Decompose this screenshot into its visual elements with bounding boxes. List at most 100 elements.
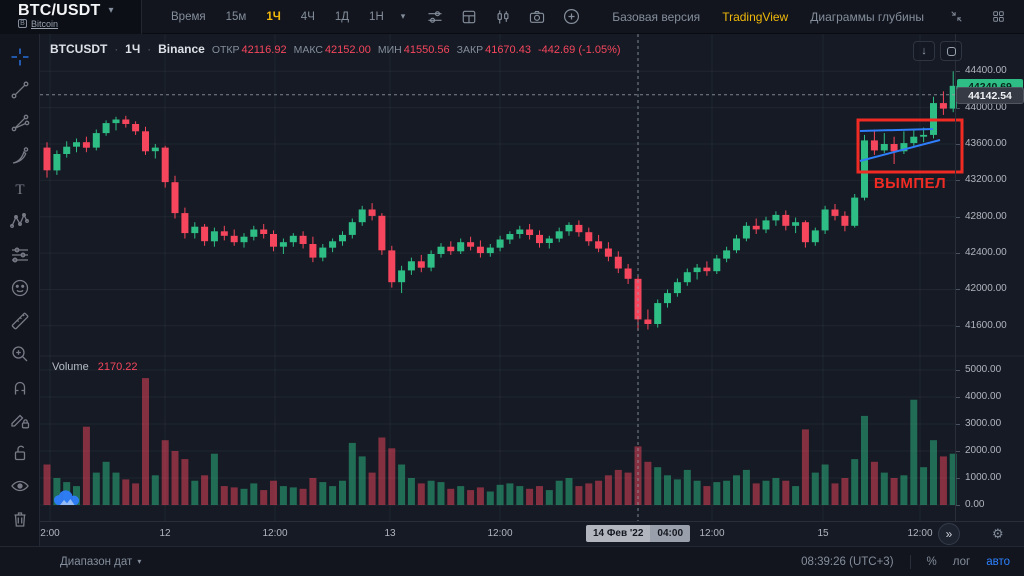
price-tick-label: 42400.00 <box>965 247 1007 258</box>
volume-tick-label: 4000.00 <box>965 391 1001 402</box>
chevron-down-icon: ▾ <box>108 5 113 16</box>
tab-basic-version[interactable]: Базовая версия <box>612 10 700 24</box>
emoji-tool-icon[interactable] <box>5 275 35 301</box>
drawing-toolbar: T <box>0 34 40 546</box>
tf-time[interactable]: Время <box>162 7 215 27</box>
chart-area[interactable]: BTCUSDT · 1Ч · Binance ОТКР 42116.92 МАК… <box>40 34 1024 546</box>
high-value: 42152.00 <box>325 44 371 56</box>
volume-label: Volume <box>52 361 89 373</box>
drawing-lock-tool-icon[interactable] <box>5 407 35 433</box>
candle-style-icon[interactable] <box>493 7 513 27</box>
volume-tick-label: 2000.00 <box>965 445 1001 456</box>
volume-legend: Volume 2170.22 <box>52 361 138 373</box>
symbol-name: BTC/USDT <box>18 2 100 20</box>
tab-tradingview[interactable]: TradingView <box>722 10 788 24</box>
volume-tick <box>956 478 960 479</box>
view-tabs: Базовая версия TradingView Диаграммы глу… <box>612 7 1024 27</box>
price-axis[interactable]: 44400.00 44000.00 43600.00 43200.00 4280… <box>955 34 1024 521</box>
low-label: МИН <box>378 44 402 56</box>
indicators-icon[interactable] <box>425 7 445 27</box>
time-tick-label: 15 <box>817 528 828 539</box>
crosshair-tool-icon[interactable] <box>5 44 35 70</box>
fullscreen-button[interactable] <box>940 41 962 61</box>
ruler-tool-icon[interactable] <box>5 308 35 334</box>
timeframe-more-icon[interactable]: ▾ <box>395 11 412 22</box>
time-tick-label: 12:00 <box>699 528 724 539</box>
xabcd-pattern-tool-icon[interactable] <box>5 209 35 235</box>
add-icon[interactable] <box>561 7 581 27</box>
date-range-selector[interactable]: Диапазон дат ▾ <box>60 556 141 568</box>
volume-tick <box>956 370 960 371</box>
legend-symbol[interactable]: BTCUSDT <box>50 42 107 56</box>
settings-gear-icon[interactable]: ⚙ <box>992 526 1004 542</box>
legend-exchange: Binance <box>158 42 205 56</box>
price-tick-label: 43600.00 <box>965 138 1007 149</box>
camera-icon[interactable] <box>527 7 547 27</box>
price-tick-label: 41600.00 <box>965 320 1007 331</box>
trading-app: BTC/USDT ▾ B Bitcoin Время 15м 1Ч 4Ч 1Д … <box>0 0 1024 576</box>
price-tick-label: 42800.00 <box>965 211 1007 222</box>
trendline-tool-icon[interactable] <box>5 77 35 103</box>
text-tool-icon[interactable]: T <box>5 176 35 202</box>
lock-tool-icon[interactable] <box>5 440 35 466</box>
download-button[interactable]: ↓ <box>913 41 935 61</box>
scroll-to-latest-button[interactable]: » <box>938 523 960 545</box>
price-tick <box>956 289 960 290</box>
auto-scale-button[interactable]: авто <box>986 556 1010 568</box>
legend-interval: 1Ч <box>125 42 140 56</box>
layout-grid-icon[interactable] <box>459 7 479 27</box>
exchange-logo <box>52 489 82 518</box>
divider <box>910 555 911 569</box>
volume-value: 2170.22 <box>98 361 138 373</box>
tf-1d[interactable]: 1Д <box>326 7 358 27</box>
volume-tick-label: 0.00 <box>965 499 984 510</box>
date-range-label: Диапазон дат <box>60 556 132 568</box>
time-tick-label: 12 <box>159 528 170 539</box>
tf-1w[interactable]: 1Н <box>360 7 393 27</box>
time-tick-label: 12:00 <box>262 528 287 539</box>
price-tick <box>956 108 960 109</box>
zoom-in-tool-icon[interactable] <box>5 341 35 367</box>
time-axis[interactable]: » ⚙ 2:001212:001312:0012:001512:00 14 Фе… <box>40 521 1024 546</box>
symbol-selector[interactable]: BTC/USDT ▾ B Bitcoin <box>0 0 142 34</box>
forecast-tool-icon[interactable] <box>5 242 35 268</box>
price-tick-label: 44000.00 <box>965 102 1007 113</box>
volume-tick-label: 5000.00 <box>965 364 1001 375</box>
pitchfork-tool-icon[interactable] <box>5 110 35 136</box>
high-label: МАКС <box>294 44 323 56</box>
visibility-eye-tool-icon[interactable] <box>5 473 35 499</box>
clock[interactable]: 08:39:26 (UTC+3) <box>801 556 893 568</box>
trash-tool-icon[interactable] <box>5 506 35 532</box>
timeframe-group: Время 15м 1Ч 4Ч 1Д 1Н ▾ <box>162 7 411 27</box>
time-tick-label: 2:00 <box>40 528 59 539</box>
percent-scale-button[interactable]: % <box>927 556 937 568</box>
symbol-fullname[interactable]: Bitcoin <box>31 19 58 29</box>
magnet-tool-icon[interactable] <box>5 374 35 400</box>
crosshair-price-label: 44142.54 <box>957 88 1023 103</box>
price-tick-label: 43200.00 <box>965 174 1007 185</box>
volume-tick <box>956 505 960 506</box>
bitcoin-icon: B <box>18 19 27 28</box>
collapse-icon[interactable] <box>946 7 966 27</box>
close-value: 41670.43 <box>485 44 531 56</box>
price-tick-label: 42000.00 <box>965 283 1007 294</box>
price-tick <box>956 253 960 254</box>
apps-grid-icon[interactable] <box>988 7 1008 27</box>
time-tick-label: 12:00 <box>487 528 512 539</box>
tab-depth-charts[interactable]: Диаграммы глубины <box>810 10 924 24</box>
tf-4h[interactable]: 4Ч <box>292 7 324 27</box>
price-tick-label: 44400.00 <box>965 65 1007 76</box>
change-value: -442.69 (-1.05%) <box>538 44 621 56</box>
chevron-down-icon: ▾ <box>137 557 141 566</box>
pennant-annotation-label: ВЫМПЕЛ <box>858 175 962 192</box>
log-scale-button[interactable]: лог <box>953 556 970 568</box>
ohlc-legend: BTCUSDT · 1Ч · Binance ОТКР 42116.92 МАК… <box>50 42 621 56</box>
tf-1h[interactable]: 1Ч <box>257 7 289 27</box>
tf-15m[interactable]: 15м <box>217 7 256 27</box>
bottom-status-bar: Диапазон дат ▾ 08:39:26 (UTC+3) % лог ав… <box>0 546 1024 576</box>
volume-tick <box>956 451 960 452</box>
close-label: ЗАКР <box>457 44 483 56</box>
candlestick-chart[interactable] <box>40 34 1024 521</box>
brush-tool-icon[interactable] <box>5 143 35 169</box>
fullscreen-icon <box>947 47 956 56</box>
